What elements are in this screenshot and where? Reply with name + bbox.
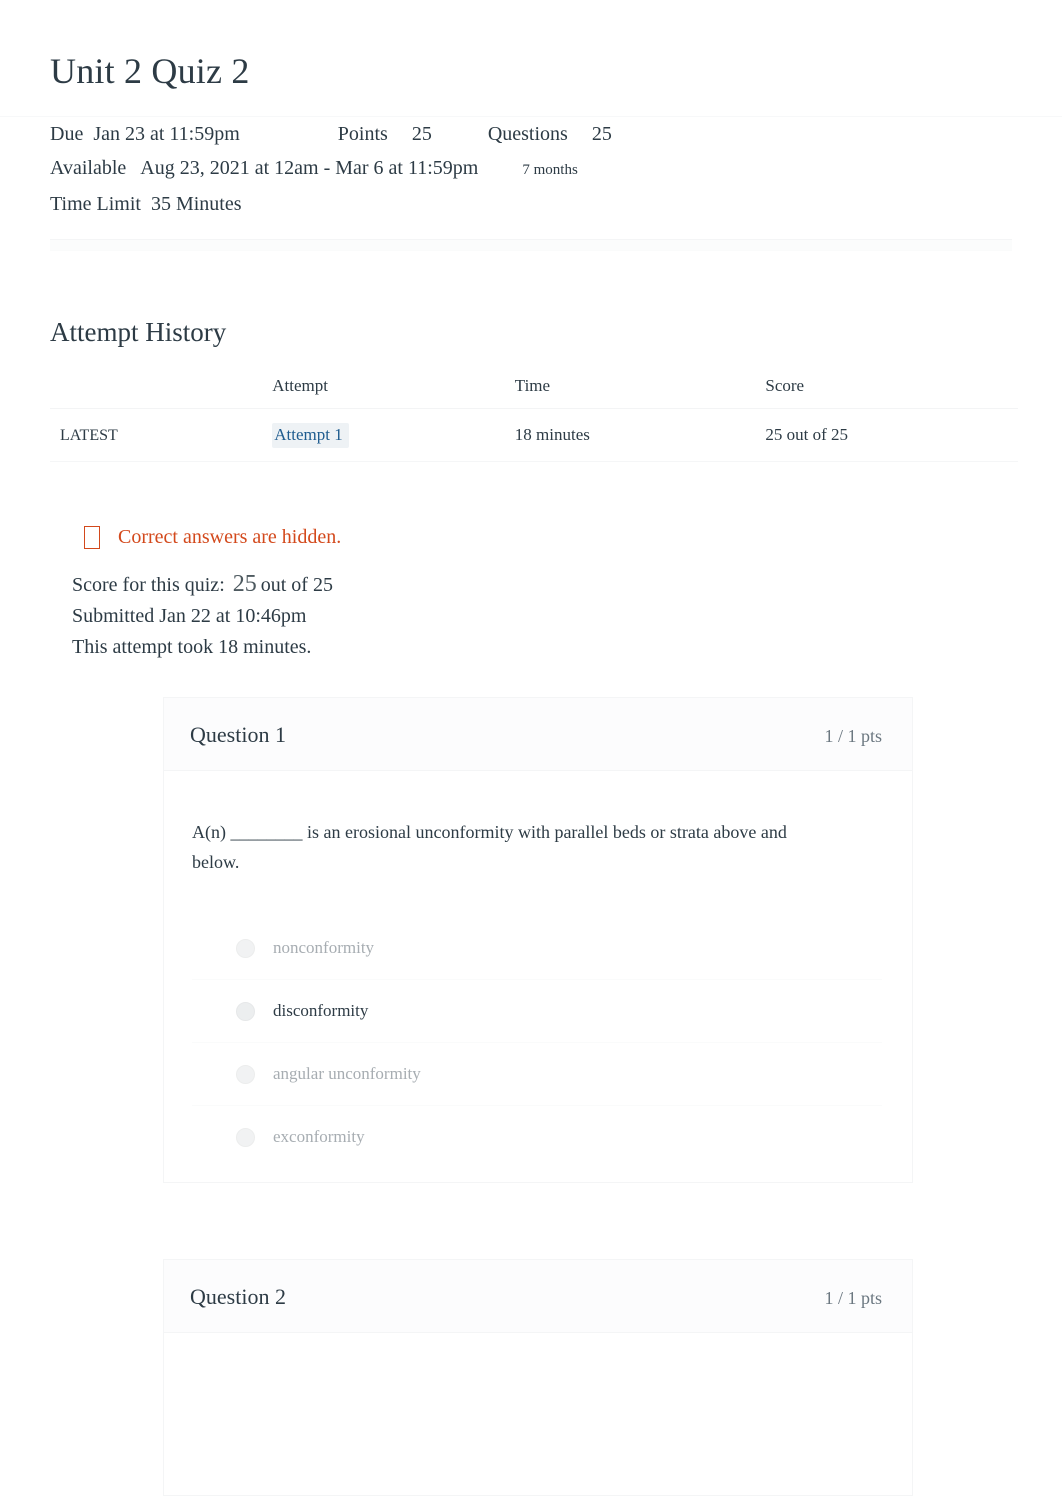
column-header-attempt: Attempt	[272, 370, 515, 409]
answer-option[interactable]: angular unconformity	[192, 1042, 882, 1105]
quiz-result-summary: Score for this quiz: 25 out of 25 Submitte…	[72, 569, 1062, 663]
due-label: Due	[50, 123, 84, 145]
duration-line: This attempt took 18 minutes.	[72, 636, 312, 658]
quiz-meta-row-time-limit: Time Limit 35 Minutes	[50, 187, 1062, 221]
question-body: A(n) ________ is an erosional unconformi…	[164, 771, 912, 1182]
score-value: 25	[232, 571, 257, 597]
answer-label: nonconformity	[273, 938, 375, 957]
available-label: Available	[50, 157, 127, 179]
question-body	[164, 1333, 912, 1495]
submitted-line: Submitted Jan 22 at 10:46pm	[72, 605, 307, 627]
attempt-score: 25 out of 25	[765, 425, 848, 444]
attempt-time: 18 minutes	[514, 425, 590, 444]
questions-value: 25	[591, 123, 612, 145]
hidden-answers-text: Correct answers are hidden.	[118, 526, 342, 548]
answer-option-selected[interactable]: disconformity	[192, 979, 882, 1042]
available-duration: 7 months	[522, 162, 578, 178]
attempt-link[interactable]: Attempt 1	[272, 423, 349, 448]
column-header-blank	[50, 370, 273, 409]
question-name: Question 2	[190, 1284, 286, 1309]
attempt-history-table: Attempt Time Score LATEST Attempt 1 18 m…	[50, 370, 1018, 462]
question-points: 1 / 1 pts	[824, 726, 882, 746]
column-header-score: Score	[765, 370, 1018, 409]
quiz-results-page: Unit 2 Quiz 2 Due Jan 23 at 11:59pm Poin…	[0, 0, 1062, 1496]
answer-label: disconformity	[273, 1001, 369, 1020]
radio-icon[interactable]	[236, 1127, 255, 1147]
question-block-2: Question 2 1 / 1 pts	[163, 1259, 913, 1496]
header-divider	[50, 239, 1012, 251]
table-footer-space	[0, 462, 1062, 496]
questions-label: Questions	[487, 123, 568, 145]
question-block-1: Question 1 1 / 1 pts A(n) ________ is an…	[163, 697, 913, 1183]
points-value: 25	[411, 123, 432, 145]
available-value: Aug 23, 2021 at 12am - Mar 6 at 11:59pm	[140, 157, 479, 179]
time-limit-label: Time Limit	[50, 193, 141, 215]
radio-icon[interactable]	[236, 1064, 255, 1084]
quiz-meta-block: Due Jan 23 at 11:59pm Points 25 Question…	[0, 116, 1062, 221]
radio-icon[interactable]	[236, 1001, 255, 1021]
answer-option[interactable]: nonconformity	[192, 917, 882, 979]
status-badge: LATEST	[60, 427, 118, 444]
quiz-meta-row-due: Due Jan 23 at 11:59pm Points 25 Question…	[50, 117, 1062, 151]
question-name: Question 1	[190, 722, 286, 747]
score-label: Score for this quiz:	[72, 574, 225, 596]
question-gap	[0, 1183, 1062, 1259]
eye-slash-icon	[84, 526, 100, 549]
radio-icon[interactable]	[236, 938, 255, 958]
question-header: Question 2 1 / 1 pts	[164, 1260, 912, 1333]
table-row: LATEST Attempt 1 18 minutes 25 out of 25	[50, 409, 1018, 462]
question-points: 1 / 1 pts	[824, 1288, 882, 1308]
question-header: Question 1 1 / 1 pts	[164, 698, 912, 771]
time-limit-value: 35 Minutes	[150, 193, 242, 215]
score-suffix: out of 25	[260, 574, 333, 596]
column-header-time: Time	[514, 370, 766, 409]
hidden-answers-notice: Correct answers are hidden.	[84, 526, 1062, 549]
answer-label: exconformity	[273, 1127, 365, 1146]
attempt-history-heading: Attempt History	[50, 317, 227, 347]
question-text: A(n) ________ is an erosional unconformi…	[192, 822, 787, 872]
answer-label: angular unconformity	[273, 1064, 421, 1083]
quiz-meta-row-available: Available Aug 23, 2021 at 12am - Mar 6 a…	[50, 151, 1062, 187]
answer-list: nonconformity disconformity angular unco…	[192, 917, 882, 1168]
page-title: Unit 2 Quiz 2	[50, 51, 250, 91]
score-line: Score for this quiz: 25 out of 25	[72, 569, 1062, 601]
table-header-row: Attempt Time Score	[50, 370, 1018, 409]
answer-option[interactable]: exconformity	[192, 1105, 882, 1168]
points-label: Points	[337, 123, 388, 145]
due-value: Jan 23 at 11:59pm	[93, 123, 240, 145]
